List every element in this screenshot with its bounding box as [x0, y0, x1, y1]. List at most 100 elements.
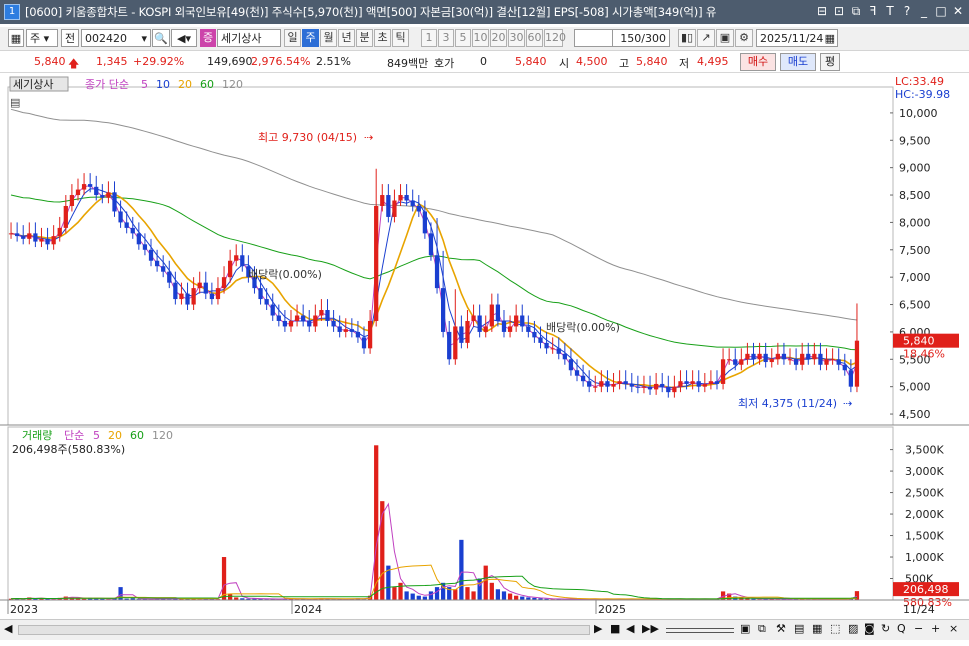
candle-body [179, 293, 184, 300]
last-volume-label: 206,498 [903, 583, 949, 596]
expand-icon[interactable]: ⬚ [830, 622, 840, 635]
candle-type-icon[interactable]: ▮▯ [678, 29, 696, 47]
maximize-icon[interactable]: □ [934, 4, 948, 18]
last-price-label: 5,840 [903, 335, 935, 348]
grid-icon[interactable]: ▣ [740, 622, 750, 635]
date-field[interactable]: 2025/11/24 ▦ [756, 29, 838, 47]
image-icon[interactable]: ▨ [848, 622, 858, 635]
minute-button[interactable]: 120 [544, 29, 566, 47]
help-icon[interactable]: ? [900, 4, 914, 18]
calendar-icon[interactable]: ▦ [825, 30, 835, 48]
period-button[interactable]: 분 [356, 29, 373, 47]
layout-icon[interactable]: ▦ [8, 29, 24, 47]
window-number-badge: 1 [4, 4, 20, 20]
period-button[interactable]: 년 [338, 29, 355, 47]
period-button[interactable]: 틱 [392, 29, 409, 47]
volume-bar [434, 587, 440, 600]
candle-body [221, 277, 227, 289]
candle-body [793, 359, 799, 365]
last-price-pct: 18.46% [903, 348, 945, 361]
font-icon[interactable]: ꟻ [866, 4, 880, 18]
candle-body [288, 320, 294, 327]
eval-button[interactable]: 평 [820, 53, 840, 71]
candle-body [404, 195, 409, 201]
gear-icon[interactable]: ⚙ [735, 29, 753, 47]
nav-forward-icon[interactable]: ▶▶ [642, 622, 659, 635]
period-type-select[interactable]: 주 ▾ [26, 29, 58, 47]
current-price: 5,840 [34, 55, 66, 68]
search-icon[interactable]: 🔍 [152, 29, 170, 47]
volume-bar [422, 596, 428, 600]
close-chart-button[interactable]: × [949, 622, 958, 635]
candle-body [763, 353, 768, 363]
chart-type-icon[interactable]: ▤ [794, 622, 804, 635]
candle-body [769, 359, 774, 363]
minute-button[interactable]: 60 [526, 29, 543, 47]
nav-back-icon[interactable]: ◀ [626, 622, 634, 635]
horizontal-scrollbar[interactable] [18, 625, 590, 635]
sell-button[interactable]: 매도 [780, 53, 816, 71]
minute-button[interactable]: 1 [421, 29, 437, 47]
nav-stop-icon[interactable]: ■ [610, 622, 620, 635]
volume-bar [453, 589, 458, 600]
minute-button[interactable]: 5 [455, 29, 471, 47]
indicator-icon[interactable]: ↗ [697, 29, 715, 47]
zoom-in-button[interactable]: + [931, 622, 940, 635]
scroll-left-icon[interactable]: ◀ [4, 622, 12, 635]
buy-button[interactable]: 매수 [740, 53, 776, 71]
candle-body [775, 353, 780, 360]
high-price: 5,840 [636, 55, 668, 68]
restore-icon[interactable]: ⧉ [849, 4, 863, 18]
link-icon[interactable]: ⊡ [832, 4, 846, 18]
candle-body [361, 337, 367, 349]
table-icon[interactable]: ▦ [812, 622, 822, 635]
candle-body [428, 233, 434, 256]
minute-button[interactable]: 10 [472, 29, 489, 47]
copy-icon[interactable]: ⧉ [758, 622, 766, 636]
period-button[interactable]: 월 [320, 29, 337, 47]
close-icon[interactable]: ✕ [951, 4, 965, 18]
price-tick-label: 10,000 [899, 107, 938, 120]
volume-bar [374, 445, 379, 600]
volume-value: 149,690 [207, 55, 253, 68]
candle-body [836, 359, 841, 365]
price-chart[interactable]: 10,000 9,500 9,000 8,500 8,000 7,500 7,000 6,50… [0, 73, 969, 619]
period-button[interactable]: 주 [302, 29, 319, 47]
zoom-slider[interactable] [666, 628, 734, 633]
minute-button[interactable]: 30 [508, 29, 525, 47]
settings-icon[interactable]: ⊟ [815, 4, 829, 18]
refresh-icon[interactable]: ↻ [881, 622, 890, 635]
tools-icon[interactable]: ⚒ [776, 622, 786, 635]
prev-button[interactable]: 전 [61, 29, 79, 47]
candle-body [234, 255, 239, 261]
candle-body [727, 359, 732, 361]
ma-legend-period: 10 [156, 78, 170, 91]
candle-body [440, 288, 446, 332]
minute-button[interactable]: 20 [490, 29, 507, 47]
stock-code-input[interactable]: 002420 ▾ [81, 29, 151, 47]
scroll-right-icon[interactable]: ▶ [594, 622, 602, 635]
candle-body [495, 304, 501, 321]
minute-button[interactable]: 3 [438, 29, 454, 47]
candle-body [398, 195, 403, 201]
period-button[interactable]: 일 [284, 29, 301, 47]
camera-icon[interactable]: ◙ [864, 622, 875, 635]
period-button[interactable]: 초 [374, 29, 391, 47]
search-zoom-icon[interactable]: Q [897, 622, 906, 635]
minimize-icon[interactable]: _ [917, 4, 931, 18]
zoom-out-button[interactable]: − [914, 622, 923, 635]
candle-body [526, 326, 531, 332]
candle-body [617, 381, 622, 384]
stock-name-field[interactable]: 세기상사 [217, 29, 281, 47]
count-field[interactable]: 150/300 [612, 29, 670, 47]
price-tick-label: 6,500 [899, 299, 931, 312]
candle-body [653, 383, 659, 390]
speaker-icon[interactable]: ◀▾ [171, 29, 197, 47]
candle-body [45, 238, 50, 245]
volume-tick-label: 2,000K [905, 508, 944, 521]
candle-body [751, 353, 756, 360]
save-icon[interactable]: ▣ [716, 29, 734, 47]
candle-body [690, 381, 695, 384]
text-icon[interactable]: T [883, 4, 897, 18]
candle-body [745, 353, 750, 360]
